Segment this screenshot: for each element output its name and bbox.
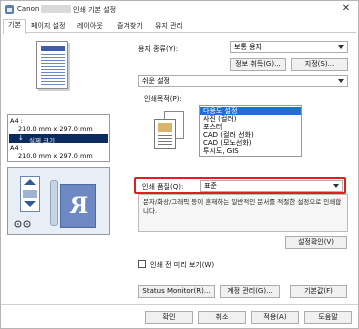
list-item[interactable]: 포스터 — [200, 123, 301, 131]
list-item[interactable]: CAD (모노선화) — [200, 139, 301, 147]
setup-mode-value: 쉬운 설정 — [142, 77, 170, 85]
specify-button[interactable]: 지정(S)... — [291, 58, 348, 71]
media-type-select[interactable]: 보통 용지 — [230, 41, 348, 53]
source-paper-size: 210.0 mm x 297.0 mm — [18, 125, 93, 133]
printer-feed-icon — [20, 176, 40, 212]
tab-page-setup[interactable]: 페이지 설정 — [27, 21, 69, 33]
preview-pane: A4 : 210.0 mm x 297.0 mm ↓ 실제 크기 A4 : 21… — [7, 41, 110, 241]
media-type-label: 용지 종류(Y): — [138, 45, 179, 53]
source-paper-label: A4 : — [10, 117, 23, 125]
preview-before-print-checkbox[interactable] — [138, 260, 146, 268]
quality-description: 문자/화상/그래픽 등이 혼재하는 일반적인 문서를 적절한 설정으로 인쇄합니… — [138, 194, 348, 232]
help-button[interactable]: 도움말 — [304, 311, 352, 324]
scaling-mode-row: ↓ 실제 크기 — [9, 134, 108, 145]
ok-button[interactable]: 확인 — [145, 311, 193, 324]
status-monitor-button[interactable]: Status Monitor(R)... — [138, 285, 215, 298]
tab-basic[interactable]: 기본 — [3, 19, 26, 34]
paper-size-info: A4 : 210.0 mm x 297.0 mm ↓ 실제 크기 A4 : 21… — [7, 114, 110, 162]
output-paper-label: A4 : — [10, 144, 23, 152]
setup-mode-select[interactable]: 쉬운 설정 — [138, 75, 348, 87]
down-arrow-icon: ↓ — [18, 134, 24, 142]
output-paper-size: 210.0 mm x 297.0 mm — [18, 152, 93, 160]
printer-app-icon — [5, 5, 14, 14]
print-purpose-list[interactable]: 다용도 설정 사진 (컬러) 포스터 CAD (컬러 선화) CAD (모노선화… — [199, 105, 302, 157]
disc-icon — [14, 220, 34, 230]
defaults-button[interactable]: 기본값(F) — [290, 285, 347, 298]
paper-roll-icon — [50, 180, 58, 226]
media-type-value: 보통 용지 — [234, 43, 262, 51]
chevron-down-icon — [333, 184, 339, 188]
list-item[interactable]: 투시도, GIS — [200, 147, 301, 155]
orientation-page-icon: R — [60, 184, 96, 228]
chevron-down-icon — [338, 45, 344, 49]
print-purpose-label: 인쇄목적(P): — [144, 95, 182, 103]
confirm-settings-button[interactable]: 설정확인(V) — [285, 236, 347, 249]
list-item[interactable]: CAD (컬러 선화) — [200, 131, 301, 139]
redacted-model-name — [41, 5, 71, 13]
cancel-button[interactable]: 취소 — [198, 311, 246, 324]
get-info-button[interactable]: 정보 취득(G)... — [230, 58, 286, 71]
tab-maintenance[interactable]: 유지 관리 — [151, 21, 187, 33]
close-icon[interactable]: ✕ — [340, 3, 352, 15]
tab-layout[interactable]: 레이아웃 — [73, 21, 107, 33]
preview-before-print-label: 인쇄 전 미리 보기(W) — [150, 261, 215, 269]
print-purpose-icon — [154, 111, 186, 151]
orientation-glyph: R — [70, 193, 89, 219]
window-title: 인쇄 기본 설정 — [73, 6, 117, 14]
account-management-button[interactable]: 계정 관리(G)... — [220, 285, 280, 298]
print-quality-select[interactable]: 표준 — [200, 180, 343, 192]
print-quality-value: 표준 — [204, 182, 217, 190]
title-bar: Canon 인쇄 기본 설정 ✕ — [1, 1, 358, 18]
window-title-brand: Canon — [17, 5, 40, 13]
print-quality-label: 인쇄 품질(Q): — [142, 183, 184, 191]
tab-favorites[interactable]: 즐겨찾기 — [113, 21, 147, 33]
tab-strip: 기본 페이지 설정 레이아웃 즐겨찾기 유지 관리 — [3, 19, 356, 34]
apply-button[interactable]: 적용(A) — [251, 311, 299, 324]
list-item[interactable]: 다용도 설정 — [200, 107, 301, 115]
chevron-down-icon — [338, 79, 344, 83]
page-preview-thumbnail — [36, 41, 68, 89]
list-item[interactable]: 사진 (컬러) — [200, 115, 301, 123]
dialog-separator — [1, 304, 358, 305]
print-preferences-window: Canon 인쇄 기본 설정 ✕ 기본 페이지 설정 레이아웃 즐겨찾기 유지 … — [0, 0, 359, 329]
print-orientation-preview: R — [7, 167, 110, 235]
scaling-mode-label: 실제 크기 — [29, 137, 55, 145]
